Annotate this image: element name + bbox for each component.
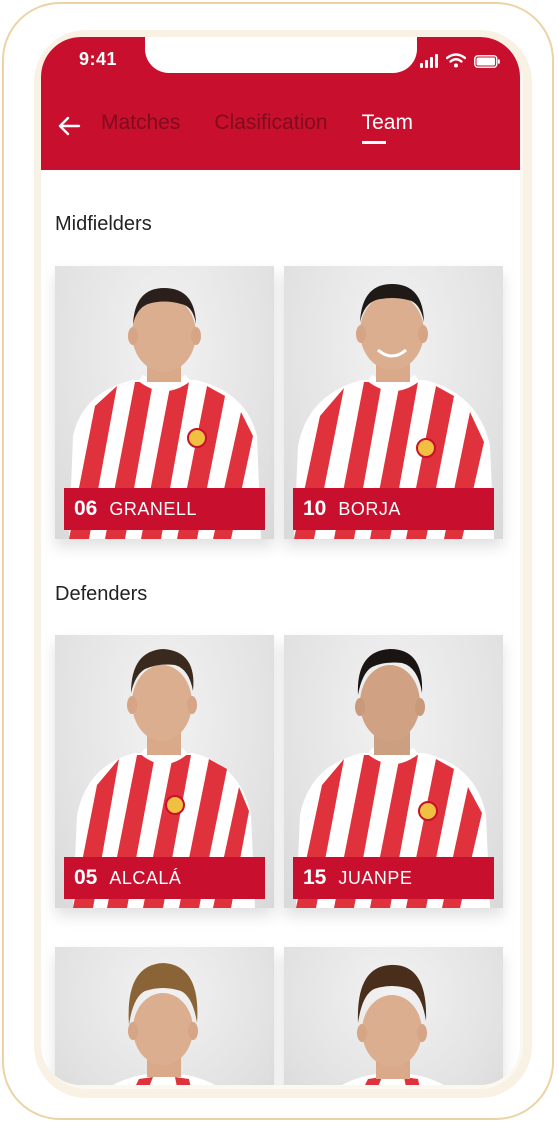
device-notch xyxy=(145,37,417,73)
battery-icon xyxy=(474,55,500,68)
player-number: 05 xyxy=(74,866,98,889)
app-header: 9:41 Matches Clasification Team xyxy=(41,37,520,170)
player-card[interactable] xyxy=(55,947,274,1085)
player-name: GRANELL xyxy=(109,498,197,519)
app-screen: 9:41 Matches Clasification Team Midfield… xyxy=(41,37,520,1085)
player-label: 10 BORJA xyxy=(293,488,494,530)
back-arrow-icon[interactable] xyxy=(57,114,81,138)
tab-team[interactable]: Team xyxy=(361,111,413,144)
player-card[interactable]: 06 GRANELL xyxy=(55,266,274,539)
tab-bar: Matches Clasification Team xyxy=(101,111,413,144)
player-photo xyxy=(342,964,444,1085)
player-number: 10 xyxy=(303,497,327,520)
tab-clasification[interactable]: Clasification xyxy=(214,111,327,135)
tab-matches[interactable]: Matches xyxy=(101,111,180,135)
player-photo xyxy=(113,963,215,1085)
player-label: 06 GRANELL xyxy=(64,488,265,530)
player-number: 06 xyxy=(74,497,98,520)
section-title-midfielders: Midfielders xyxy=(55,213,152,235)
wifi-icon xyxy=(446,53,466,68)
section-title-defenders: Defenders xyxy=(55,583,148,605)
player-card[interactable]: 05 ALCALÁ xyxy=(55,635,274,908)
player-name: ALCALÁ xyxy=(109,867,182,888)
player-name: BORJA xyxy=(338,498,401,519)
signal-icon xyxy=(420,54,438,68)
player-card[interactable]: 15 JUANPE xyxy=(284,635,503,908)
player-card[interactable] xyxy=(284,947,503,1085)
player-card[interactable]: 10 BORJA xyxy=(284,266,503,539)
player-name: JUANPE xyxy=(338,867,413,888)
status-time: 9:41 xyxy=(79,49,118,69)
player-label: 05 ALCALÁ xyxy=(64,857,265,899)
player-label: 15 JUANPE xyxy=(293,857,494,899)
status-icons xyxy=(420,52,500,68)
player-number: 15 xyxy=(303,866,327,889)
